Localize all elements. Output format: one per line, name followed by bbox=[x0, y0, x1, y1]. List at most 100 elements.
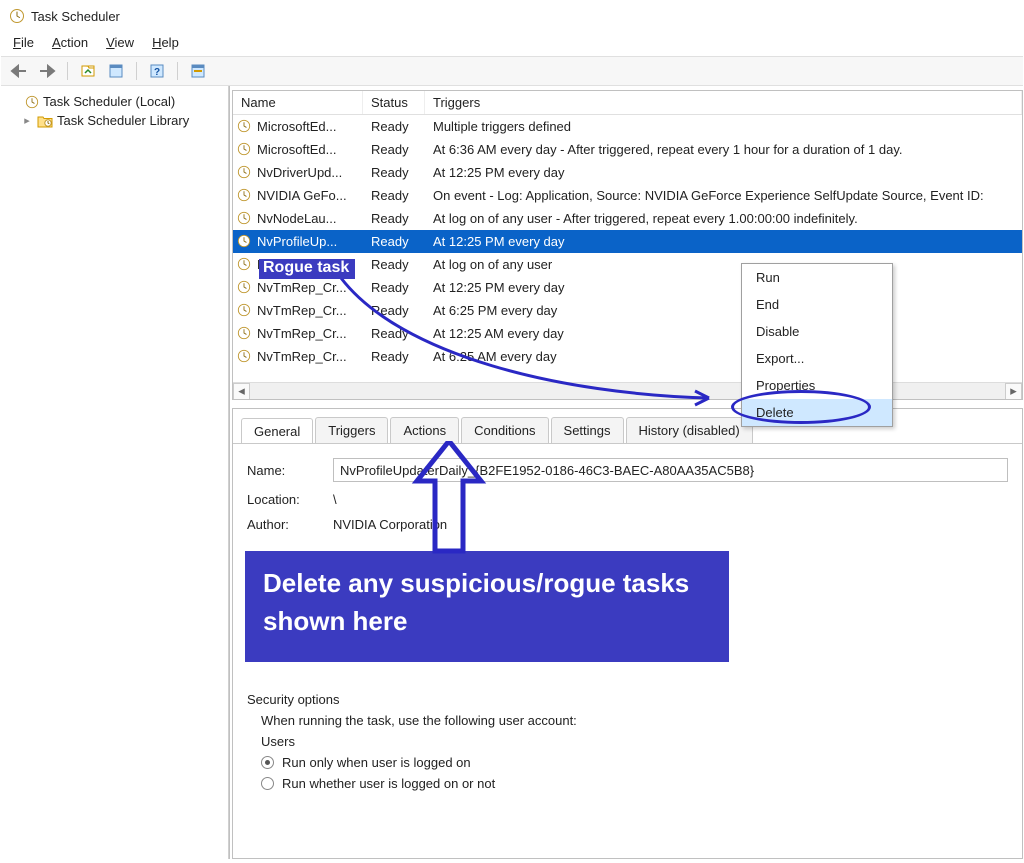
properties-button[interactable] bbox=[104, 60, 128, 82]
task-row[interactable]: NvTmRep_Cr...ReadyAt 6:25 AM every day bbox=[233, 345, 1022, 368]
svg-text:?: ? bbox=[154, 67, 160, 78]
radio-dot-empty-icon bbox=[261, 777, 274, 790]
task-row[interactable]: NvNodeLau...ReadyAt log on of any user -… bbox=[233, 207, 1022, 230]
toolbar-separator-2 bbox=[136, 62, 137, 80]
location-label: Location: bbox=[247, 492, 333, 507]
task-name-cell: NvTmRep_Cr... bbox=[257, 326, 371, 341]
tab-conditions[interactable]: Conditions bbox=[461, 417, 548, 443]
task-name-cell: NVIDIA GeFo... bbox=[257, 188, 371, 203]
radio-dot-icon bbox=[261, 756, 274, 769]
clock-icon bbox=[25, 95, 39, 109]
content-pane: Name Status Triggers MicrosoftEd...Ready… bbox=[229, 86, 1023, 859]
task-name-cell: NvProfileUp... bbox=[257, 234, 371, 249]
task-location-value: \ bbox=[333, 492, 337, 507]
tree-library-label: Task Scheduler Library bbox=[57, 113, 189, 128]
forward-button[interactable] bbox=[35, 60, 59, 82]
tab-actions[interactable]: Actions bbox=[390, 417, 459, 443]
tab-general[interactable]: General bbox=[241, 418, 313, 444]
scroll-right-icon[interactable]: ▸ bbox=[1005, 383, 1022, 400]
task-name-cell: NvTmRep_Cr... bbox=[257, 280, 371, 295]
app-clock-icon bbox=[9, 8, 25, 24]
col-header-triggers[interactable]: Triggers bbox=[425, 91, 1022, 114]
annotation-banner: Delete any suspicious/rogue tasks shown … bbox=[245, 551, 729, 662]
task-row[interactable]: NvTmRep_Cr...ReadyAt 6:25 PM every day bbox=[233, 299, 1022, 322]
task-row[interactable]: NvDriverUpd...ReadyAt 12:25 PM every day bbox=[233, 161, 1022, 184]
name-label: Name: bbox=[247, 463, 333, 478]
tree-expander-2[interactable]: ▸ bbox=[21, 114, 33, 127]
context-menu-properties[interactable]: Properties bbox=[742, 372, 892, 399]
task-status-cell: Ready bbox=[371, 303, 433, 318]
menu-action[interactable]: Action bbox=[52, 35, 88, 50]
menu-bar: File Action View Help bbox=[1, 31, 1023, 56]
task-list-header: Name Status Triggers bbox=[233, 91, 1022, 115]
task-clock-icon bbox=[237, 119, 253, 135]
task-name-cell: NvTmRep_Cr... bbox=[257, 349, 371, 364]
radio-whether-logged[interactable]: Run whether user is logged on or not bbox=[247, 776, 1008, 791]
tree-library[interactable]: ▸ Task Scheduler Library bbox=[5, 111, 224, 130]
task-trigger-cell: On event - Log: Application, Source: NVI… bbox=[433, 188, 1022, 203]
task-name-cell: NvTmRep_Cr... bbox=[257, 303, 371, 318]
scroll-left-icon[interactable]: ◂ bbox=[233, 383, 250, 400]
task-row[interactable]: NvProfileUp...ReadyAt 12:25 PM every day bbox=[233, 230, 1022, 253]
context-menu-export-[interactable]: Export... bbox=[742, 345, 892, 372]
task-row[interactable]: NvTmRep_Cr...ReadyAt 12:25 PM every day bbox=[233, 276, 1022, 299]
task-name-field[interactable]: NvProfileUpdaterDaily_{B2FE1952-0186-46C… bbox=[333, 458, 1008, 482]
tab-bar: GeneralTriggersActionsConditionsSettings… bbox=[233, 409, 1022, 443]
task-clock-icon bbox=[237, 234, 253, 250]
task-trigger-cell: At 12:25 PM every day bbox=[433, 165, 1022, 180]
task-status-cell: Ready bbox=[371, 257, 433, 272]
task-name-cell: MicrosoftEd... bbox=[257, 142, 371, 157]
tree-root[interactable]: Task Scheduler (Local) bbox=[5, 92, 224, 111]
task-row[interactable]: NVIDIA GeFo...ReadyOn event - Log: Appli… bbox=[233, 184, 1022, 207]
toolbar-separator bbox=[67, 62, 68, 80]
task-trigger-cell: At 6:25 PM every day bbox=[433, 303, 1022, 318]
context-menu-run[interactable]: Run bbox=[742, 264, 892, 291]
show-hide-button[interactable] bbox=[186, 60, 210, 82]
task-status-cell: Ready bbox=[371, 234, 433, 249]
menu-view[interactable]: View bbox=[106, 35, 134, 50]
task-name-cell: MicrosoftEd... bbox=[257, 119, 371, 134]
task-status-cell: Ready bbox=[371, 188, 433, 203]
task-status-cell: Ready bbox=[371, 349, 433, 364]
tab-history-disabled-[interactable]: History (disabled) bbox=[626, 417, 753, 443]
task-row[interactable]: MicrosoftEd...ReadyMultiple triggers def… bbox=[233, 115, 1022, 138]
menu-help[interactable]: Help bbox=[152, 35, 179, 50]
task-clock-icon bbox=[237, 303, 253, 319]
task-trigger-cell: At log on of any user bbox=[433, 257, 1022, 272]
tab-settings[interactable]: Settings bbox=[551, 417, 624, 443]
task-clock-icon bbox=[237, 211, 253, 227]
back-button[interactable] bbox=[7, 60, 31, 82]
tab-triggers[interactable]: Triggers bbox=[315, 417, 388, 443]
up-button[interactable] bbox=[76, 60, 100, 82]
context-menu-end[interactable]: End bbox=[742, 291, 892, 318]
task-clock-icon bbox=[237, 280, 253, 296]
task-clock-icon bbox=[237, 188, 253, 204]
task-status-cell: Ready bbox=[371, 119, 433, 134]
col-header-name[interactable]: Name bbox=[233, 91, 363, 114]
task-list-body: MicrosoftEd...ReadyMultiple triggers def… bbox=[233, 115, 1022, 382]
context-menu-delete[interactable]: Delete bbox=[742, 399, 892, 426]
task-name-cell: NvDriverUpd... bbox=[257, 165, 371, 180]
context-menu-disable[interactable]: Disable bbox=[742, 318, 892, 345]
tree-root-label: Task Scheduler (Local) bbox=[43, 94, 175, 109]
task-scheduler-window: Task Scheduler File Action View Help ? bbox=[0, 0, 1024, 863]
security-options-group: Security options When running the task, … bbox=[247, 692, 1008, 791]
horizontal-scrollbar[interactable]: ◂ ▸ bbox=[233, 382, 1022, 399]
security-account-value: Users bbox=[247, 734, 1008, 749]
task-status-cell: Ready bbox=[371, 280, 433, 295]
task-status-cell: Ready bbox=[371, 326, 433, 341]
toolbar: ? bbox=[1, 56, 1023, 86]
task-trigger-cell: At 6:25 AM every day bbox=[433, 349, 1022, 364]
task-list: Name Status Triggers MicrosoftEd...Ready… bbox=[232, 90, 1023, 400]
radio-logged-on[interactable]: Run only when user is logged on bbox=[247, 755, 1008, 770]
task-clock-icon bbox=[237, 257, 253, 273]
col-header-status[interactable]: Status bbox=[363, 91, 425, 114]
menu-file[interactable]: File bbox=[13, 35, 34, 50]
task-row[interactable]: NvTmRep_Cr...ReadyAt 12:25 AM every day bbox=[233, 322, 1022, 345]
help-button[interactable]: ? bbox=[145, 60, 169, 82]
task-clock-icon bbox=[237, 349, 253, 365]
task-clock-icon bbox=[237, 165, 253, 181]
task-row[interactable]: MicrosoftEd...ReadyAt 6:36 AM every day … bbox=[233, 138, 1022, 161]
task-trigger-cell: At 12:25 PM every day bbox=[433, 280, 1022, 295]
window-title: Task Scheduler bbox=[31, 9, 120, 24]
